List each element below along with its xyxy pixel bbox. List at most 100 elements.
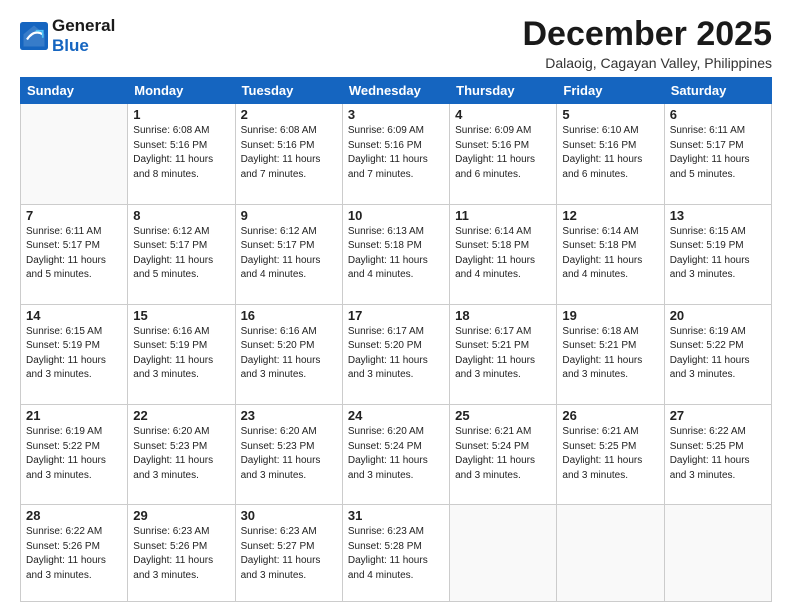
calendar-week-row: 14Sunrise: 6:15 AMSunset: 5:19 PMDayligh… [21,304,772,404]
calendar-cell: 1 Sunrise: 6:08 AMSunset: 5:16 PMDaylight… [128,104,235,204]
day-info: Sunrise: 6:22 AMSunset: 5:25 PMDaylight:… [670,425,766,483]
day-number: 31 [348,508,444,523]
calendar-cell: 12 Sunrise: 6:14 AMSunset: 5:18 PMDayligh… [557,204,664,304]
calendar-cell: 13 Sunrise: 6:15 AMSunset: 5:19 PMDayligh… [664,204,771,304]
day-info: Sunrise: 6:13 AMSunset: 5:18 PMDaylight:… [348,225,444,283]
title-section: December 2025 Dalaoig, Cagayan Valley, P… [522,16,772,71]
day-number: 17 [348,308,444,323]
calendar-cell: 17 Sunrise: 6:17 AMSunset: 5:20 PMDayligh… [342,304,449,404]
calendar-cell: 5Sunrise: 6:10 AMSunset: 5:16 PMDaylight… [557,104,664,204]
day-number: 1 [133,107,229,122]
calendar-cell: 19 Sunrise: 6:18 AMSunset: 5:21 PMDayligh… [557,304,664,404]
day-info: Sunrise: 6:16 AMSunset: 5:20 PMDaylight:… [241,325,337,383]
day-info: Sunrise: 6:19 AMSunset: 5:22 PMDaylight:… [26,425,122,483]
calendar-cell: 16 Sunrise: 6:16 AMSunset: 5:20 PMDayligh… [235,304,342,404]
day-number: 27 [670,408,766,423]
calendar-cell: 11Sunrise: 6:14 AMSunset: 5:18 PMDayligh… [450,204,557,304]
day-info: Sunrise: 6:20 AMSunset: 5:23 PMDaylight:… [133,425,229,483]
day-info: Sunrise: 6:19 AMSunset: 5:22 PMDaylight:… [670,325,766,383]
day-info: Sunrise: 6:09 AMSunset: 5:16 PMDaylight:… [348,124,444,182]
calendar-cell: 10 Sunrise: 6:13 AMSunset: 5:18 PMDayligh… [342,204,449,304]
col-thursday: Thursday [450,78,557,104]
day-info: Sunrise: 6:21 AMSunset: 5:24 PMDaylight:… [455,425,551,483]
calendar-cell: 8 Sunrise: 6:12 AMSunset: 5:17 PMDaylight… [128,204,235,304]
day-info: Sunrise: 6:10 AMSunset: 5:16 PMDaylight:… [562,124,658,182]
day-info: Sunrise: 6:12 AMSunset: 5:17 PMDaylight:… [241,225,337,283]
day-info: Sunrise: 6:16 AMSunset: 5:19 PMDaylight:… [133,325,229,383]
calendar-cell: 6 Sunrise: 6:11 AMSunset: 5:17 PMDaylight… [664,104,771,204]
calendar-week-row: 28 Sunrise: 6:22 AMSunset: 5:26 PMDayligh… [21,505,772,602]
calendar-cell [557,505,664,602]
day-info: Sunrise: 6:08 AMSunset: 5:16 PMDaylight:… [133,124,229,182]
day-number: 4 [455,107,551,122]
calendar-cell: 26Sunrise: 6:21 AMSunset: 5:25 PMDayligh… [557,405,664,505]
logo-text: General Blue [52,16,115,55]
day-number: 10 [348,208,444,223]
calendar-cell: 18 Sunrise: 6:17 AMSunset: 5:21 PMDayligh… [450,304,557,404]
location: Dalaoig, Cagayan Valley, Philippines [522,55,772,71]
calendar-cell: 27 Sunrise: 6:22 AMSunset: 5:25 PMDayligh… [664,405,771,505]
day-number: 3 [348,107,444,122]
calendar-cell: 31 Sunrise: 6:23 AMSunset: 5:28 PMDayligh… [342,505,449,602]
day-number: 6 [670,107,766,122]
col-monday: Monday [128,78,235,104]
calendar-cell: 2 Sunrise: 6:08 AMSunset: 5:16 PMDaylight… [235,104,342,204]
day-info: Sunrise: 6:12 AMSunset: 5:17 PMDaylight:… [133,225,229,283]
calendar-cell: 23 Sunrise: 6:20 AMSunset: 5:23 PMDayligh… [235,405,342,505]
day-info: Sunrise: 6:17 AMSunset: 5:20 PMDaylight:… [348,325,444,383]
day-info: Sunrise: 6:17 AMSunset: 5:21 PMDaylight:… [455,325,551,383]
day-info: Sunrise: 6:14 AMSunset: 5:18 PMDaylight:… [455,225,551,283]
col-sunday: Sunday [21,78,128,104]
day-info: Sunrise: 6:23 AMSunset: 5:27 PMDaylight:… [241,525,337,583]
calendar-cell [450,505,557,602]
calendar-cell: 21Sunrise: 6:19 AMSunset: 5:22 PMDayligh… [21,405,128,505]
day-number: 23 [241,408,337,423]
day-number: 15 [133,308,229,323]
calendar-cell: 25 Sunrise: 6:21 AMSunset: 5:24 PMDayligh… [450,405,557,505]
logo-icon [20,22,48,50]
day-info: Sunrise: 6:15 AMSunset: 5:19 PMDaylight:… [670,225,766,283]
calendar-cell: 30 Sunrise: 6:23 AMSunset: 5:27 PMDayligh… [235,505,342,602]
day-info: Sunrise: 6:08 AMSunset: 5:16 PMDaylight:… [241,124,337,182]
day-number: 16 [241,308,337,323]
calendar-cell: 22 Sunrise: 6:20 AMSunset: 5:23 PMDayligh… [128,405,235,505]
day-info: Sunrise: 6:22 AMSunset: 5:26 PMDaylight:… [26,525,122,583]
day-number: 22 [133,408,229,423]
day-info: Sunrise: 6:09 AMSunset: 5:16 PMDaylight:… [455,124,551,182]
calendar-cell: 20 Sunrise: 6:19 AMSunset: 5:22 PMDayligh… [664,304,771,404]
day-number: 12 [562,208,658,223]
calendar-cell: 24Sunrise: 6:20 AMSunset: 5:24 PMDayligh… [342,405,449,505]
calendar-week-row: 21Sunrise: 6:19 AMSunset: 5:22 PMDayligh… [21,405,772,505]
calendar-table: Sunday Monday Tuesday Wednesday Thursday… [20,77,772,602]
day-info: Sunrise: 6:20 AMSunset: 5:23 PMDaylight:… [241,425,337,483]
calendar-cell: 3 Sunrise: 6:09 AMSunset: 5:16 PMDaylight… [342,104,449,204]
col-tuesday: Tuesday [235,78,342,104]
day-number: 19 [562,308,658,323]
day-number: 20 [670,308,766,323]
day-number: 8 [133,208,229,223]
day-info: Sunrise: 6:11 AMSunset: 5:17 PMDaylight:… [670,124,766,182]
logo: General Blue [20,16,115,55]
day-number: 18 [455,308,551,323]
calendar-header-row: Sunday Monday Tuesday Wednesday Thursday… [21,78,772,104]
calendar-cell: 4 Sunrise: 6:09 AMSunset: 5:16 PMDaylight… [450,104,557,204]
calendar-cell: 15 Sunrise: 6:16 AMSunset: 5:19 PMDayligh… [128,304,235,404]
day-info: Sunrise: 6:23 AMSunset: 5:28 PMDaylight:… [348,525,444,583]
day-number: 13 [670,208,766,223]
day-number: 24 [348,408,444,423]
day-number: 9 [241,208,337,223]
day-number: 2 [241,107,337,122]
header: General Blue December 2025 Dalaoig, Caga… [20,16,772,71]
calendar-cell: 29Sunrise: 6:23 AMSunset: 5:26 PMDayligh… [128,505,235,602]
day-number: 7 [26,208,122,223]
day-number: 25 [455,408,551,423]
col-wednesday: Wednesday [342,78,449,104]
calendar-week-row: 1 Sunrise: 6:08 AMSunset: 5:16 PMDaylight… [21,104,772,204]
day-number: 28 [26,508,122,523]
day-info: Sunrise: 6:14 AMSunset: 5:18 PMDaylight:… [562,225,658,283]
day-info: Sunrise: 6:23 AMSunset: 5:26 PMDaylight:… [133,525,229,583]
col-saturday: Saturday [664,78,771,104]
day-info: Sunrise: 6:11 AMSunset: 5:17 PMDaylight:… [26,225,122,283]
day-info: Sunrise: 6:18 AMSunset: 5:21 PMDaylight:… [562,325,658,383]
day-number: 30 [241,508,337,523]
